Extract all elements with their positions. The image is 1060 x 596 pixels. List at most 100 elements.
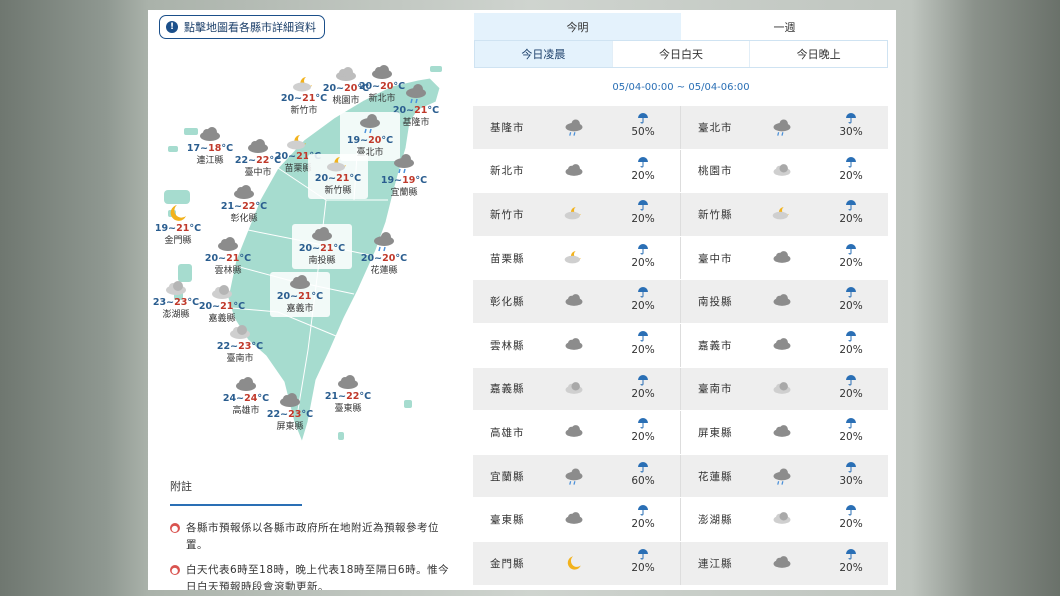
city-name: 臺北市 — [698, 121, 733, 134]
rain-probability: 20% — [831, 330, 871, 356]
rain-probability: 20% — [623, 330, 663, 356]
forecast-cell[interactable]: 臺北市 30% — [680, 106, 888, 149]
forecast-cell[interactable]: 新北市 20% — [473, 150, 680, 193]
sub-tabs: 今日凌晨 今日白天 今日晚上 — [474, 40, 888, 68]
city-name: 臺中市 — [698, 252, 733, 265]
umbrella-icon — [638, 113, 648, 124]
forecast-cell[interactable]: 嘉義市 20% — [680, 323, 888, 367]
city-name: 基隆市 — [490, 121, 525, 134]
forecast-cell[interactable]: 嘉義縣 20% — [473, 368, 680, 411]
cloud-light-icon — [166, 281, 186, 295]
tab-night[interactable]: 今日晚上 — [749, 41, 887, 67]
map-city-hualien[interactable]: 20~20°C 花蓮縣 — [354, 232, 414, 277]
island-matsu — [168, 146, 178, 152]
cloud-rain-icon — [374, 232, 394, 252]
tab-today-tomorrow[interactable]: 今明 — [474, 13, 681, 40]
city-name: 屏東縣 — [698, 426, 733, 439]
rain-probability: 20% — [623, 287, 663, 312]
pop-value: 20% — [839, 561, 863, 574]
map-city-nantou[interactable]: 20~21°C 南投縣 — [292, 224, 352, 269]
pop-value: 20% — [631, 343, 655, 356]
forecast-cell[interactable]: 連江縣 20% — [680, 541, 888, 585]
forecast-cell[interactable]: 臺東縣 20% — [473, 498, 680, 541]
rain-probability: 20% — [623, 548, 663, 574]
pop-value: 20% — [839, 343, 863, 356]
map-hint-text: 點擊地圖看各縣市詳細資料 — [184, 21, 316, 34]
tab-early-morning[interactable]: 今日凌晨 — [475, 41, 612, 67]
cloud-rain-icon — [563, 467, 585, 491]
forecast-cell[interactable]: 屏東縣 20% — [680, 411, 888, 454]
forecast-cell[interactable]: 新竹市 20% — [473, 193, 680, 236]
city-name: 新北市 — [490, 165, 525, 178]
forecast-cell[interactable]: 苗栗縣 20% — [473, 237, 680, 280]
cloud-moon-icon — [287, 135, 306, 150]
pop-value: 20% — [631, 256, 655, 269]
cloud-rain-icon — [406, 84, 426, 104]
city-name: 雲林縣 — [490, 339, 525, 352]
cloud-dark-icon — [771, 554, 793, 574]
umbrella-icon — [846, 461, 856, 473]
island-kinmen — [164, 190, 190, 204]
cloud-dark-icon — [563, 292, 585, 312]
cloud-dark-icon — [563, 510, 585, 530]
rain-probability: 50% — [623, 113, 663, 138]
cloud-dark-icon — [200, 127, 220, 141]
rain-probability: 20% — [831, 505, 871, 530]
forecast-cell[interactable]: 雲林縣 20% — [473, 324, 680, 367]
rain-probability: 20% — [831, 418, 871, 443]
cloud-moon-icon — [563, 205, 585, 225]
map-city-chiayi-county[interactable]: 20~21°C 嘉義縣 — [192, 284, 252, 325]
cloud-dark-icon — [234, 185, 254, 199]
forecast-cell[interactable]: 基隆市 50% — [473, 106, 680, 149]
forecast-cell[interactable]: 臺南市 20% — [680, 367, 888, 411]
city-name: 宜蘭縣 — [490, 470, 525, 483]
cloud-dark-icon — [372, 65, 392, 79]
table-row: 金門縣 20% 連江縣 20% — [473, 541, 888, 586]
map-city-yilan[interactable]: 19~19°C 宜蘭縣 — [374, 154, 434, 199]
table-row: 新竹市 20% 新竹縣 20% — [473, 193, 888, 237]
map-city-hsinchu-county[interactable]: 20~21°C 新竹縣 — [308, 154, 368, 199]
pop-value: 20% — [839, 518, 863, 531]
city-name: 嘉義市 — [698, 339, 733, 352]
forecast-cell[interactable]: 新竹縣 20% — [680, 193, 888, 236]
umbrella-icon — [638, 548, 648, 560]
forecast-cell[interactable]: 宜蘭縣 60% — [473, 455, 680, 498]
city-name: 連江縣 — [698, 557, 733, 570]
cloud-moon-icon — [327, 157, 346, 172]
forecast-cell[interactable]: 南投縣 20% — [680, 280, 888, 323]
main-tabs: 今明 一週 — [474, 13, 888, 41]
forecast-cell[interactable]: 花蓮縣 30% — [680, 454, 888, 498]
forecast-cell[interactable]: 彰化縣 20% — [473, 280, 680, 323]
cloud-light-icon — [212, 285, 232, 299]
map-city-taitung[interactable]: 21~22°C 臺東縣 — [318, 374, 378, 415]
forecast-cell[interactable]: 高雄市 20% — [473, 411, 680, 454]
map-city-yunlin[interactable]: 20~21°C 雲林縣 — [198, 236, 258, 277]
tab-week[interactable]: 一週 — [681, 13, 888, 40]
forecast-cell[interactable]: 臺中市 20% — [680, 236, 888, 280]
tab-daytime[interactable]: 今日白天 — [611, 41, 750, 67]
forecast-cell[interactable]: 金門縣 20% — [473, 542, 680, 585]
cloud-dark-icon — [338, 375, 358, 389]
notes-section: 附註 ● 各縣市預報係以各縣市政府所在地附近為預報參考位置。 ● 白天代表6時至… — [170, 478, 450, 590]
pop-value: 20% — [839, 300, 863, 313]
forecast-cell[interactable]: 澎湖縣 20% — [680, 498, 888, 541]
map-city-changhua[interactable]: 21~22°C 彰化縣 — [214, 184, 274, 225]
pop-value: 20% — [631, 169, 655, 182]
table-row: 高雄市 20% 屏東縣 20% — [473, 411, 888, 455]
umbrella-icon — [846, 200, 856, 211]
forecast-cell[interactable]: 桃園市 20% — [680, 149, 888, 193]
pop-value: 20% — [839, 256, 863, 269]
map-city-chiayi-city[interactable]: 20~21°C 嘉義市 — [270, 272, 330, 317]
city-name: 嘉義縣 — [490, 383, 525, 396]
rain-probability: 20% — [623, 418, 663, 443]
map-city-pingtung[interactable]: 22~23°C 屏東縣 — [260, 392, 320, 433]
cloud-light-icon — [771, 510, 793, 530]
map-city-tainan[interactable]: 22~23°C 臺南市 — [210, 324, 270, 365]
city-name: 新竹縣 — [698, 208, 733, 221]
weather-panel: ! 點擊地圖看各縣市詳細資料 20~21°C 新竹市 20~20°C 桃園市 2… — [148, 10, 896, 590]
table-row: 彰化縣 20% 南投縣 20% — [473, 280, 888, 324]
moon-icon — [563, 554, 585, 576]
rain-probability: 20% — [623, 200, 663, 225]
map-hint[interactable]: ! 點擊地圖看各縣市詳細資料 — [159, 15, 325, 39]
cloud-rain-icon — [563, 118, 585, 142]
